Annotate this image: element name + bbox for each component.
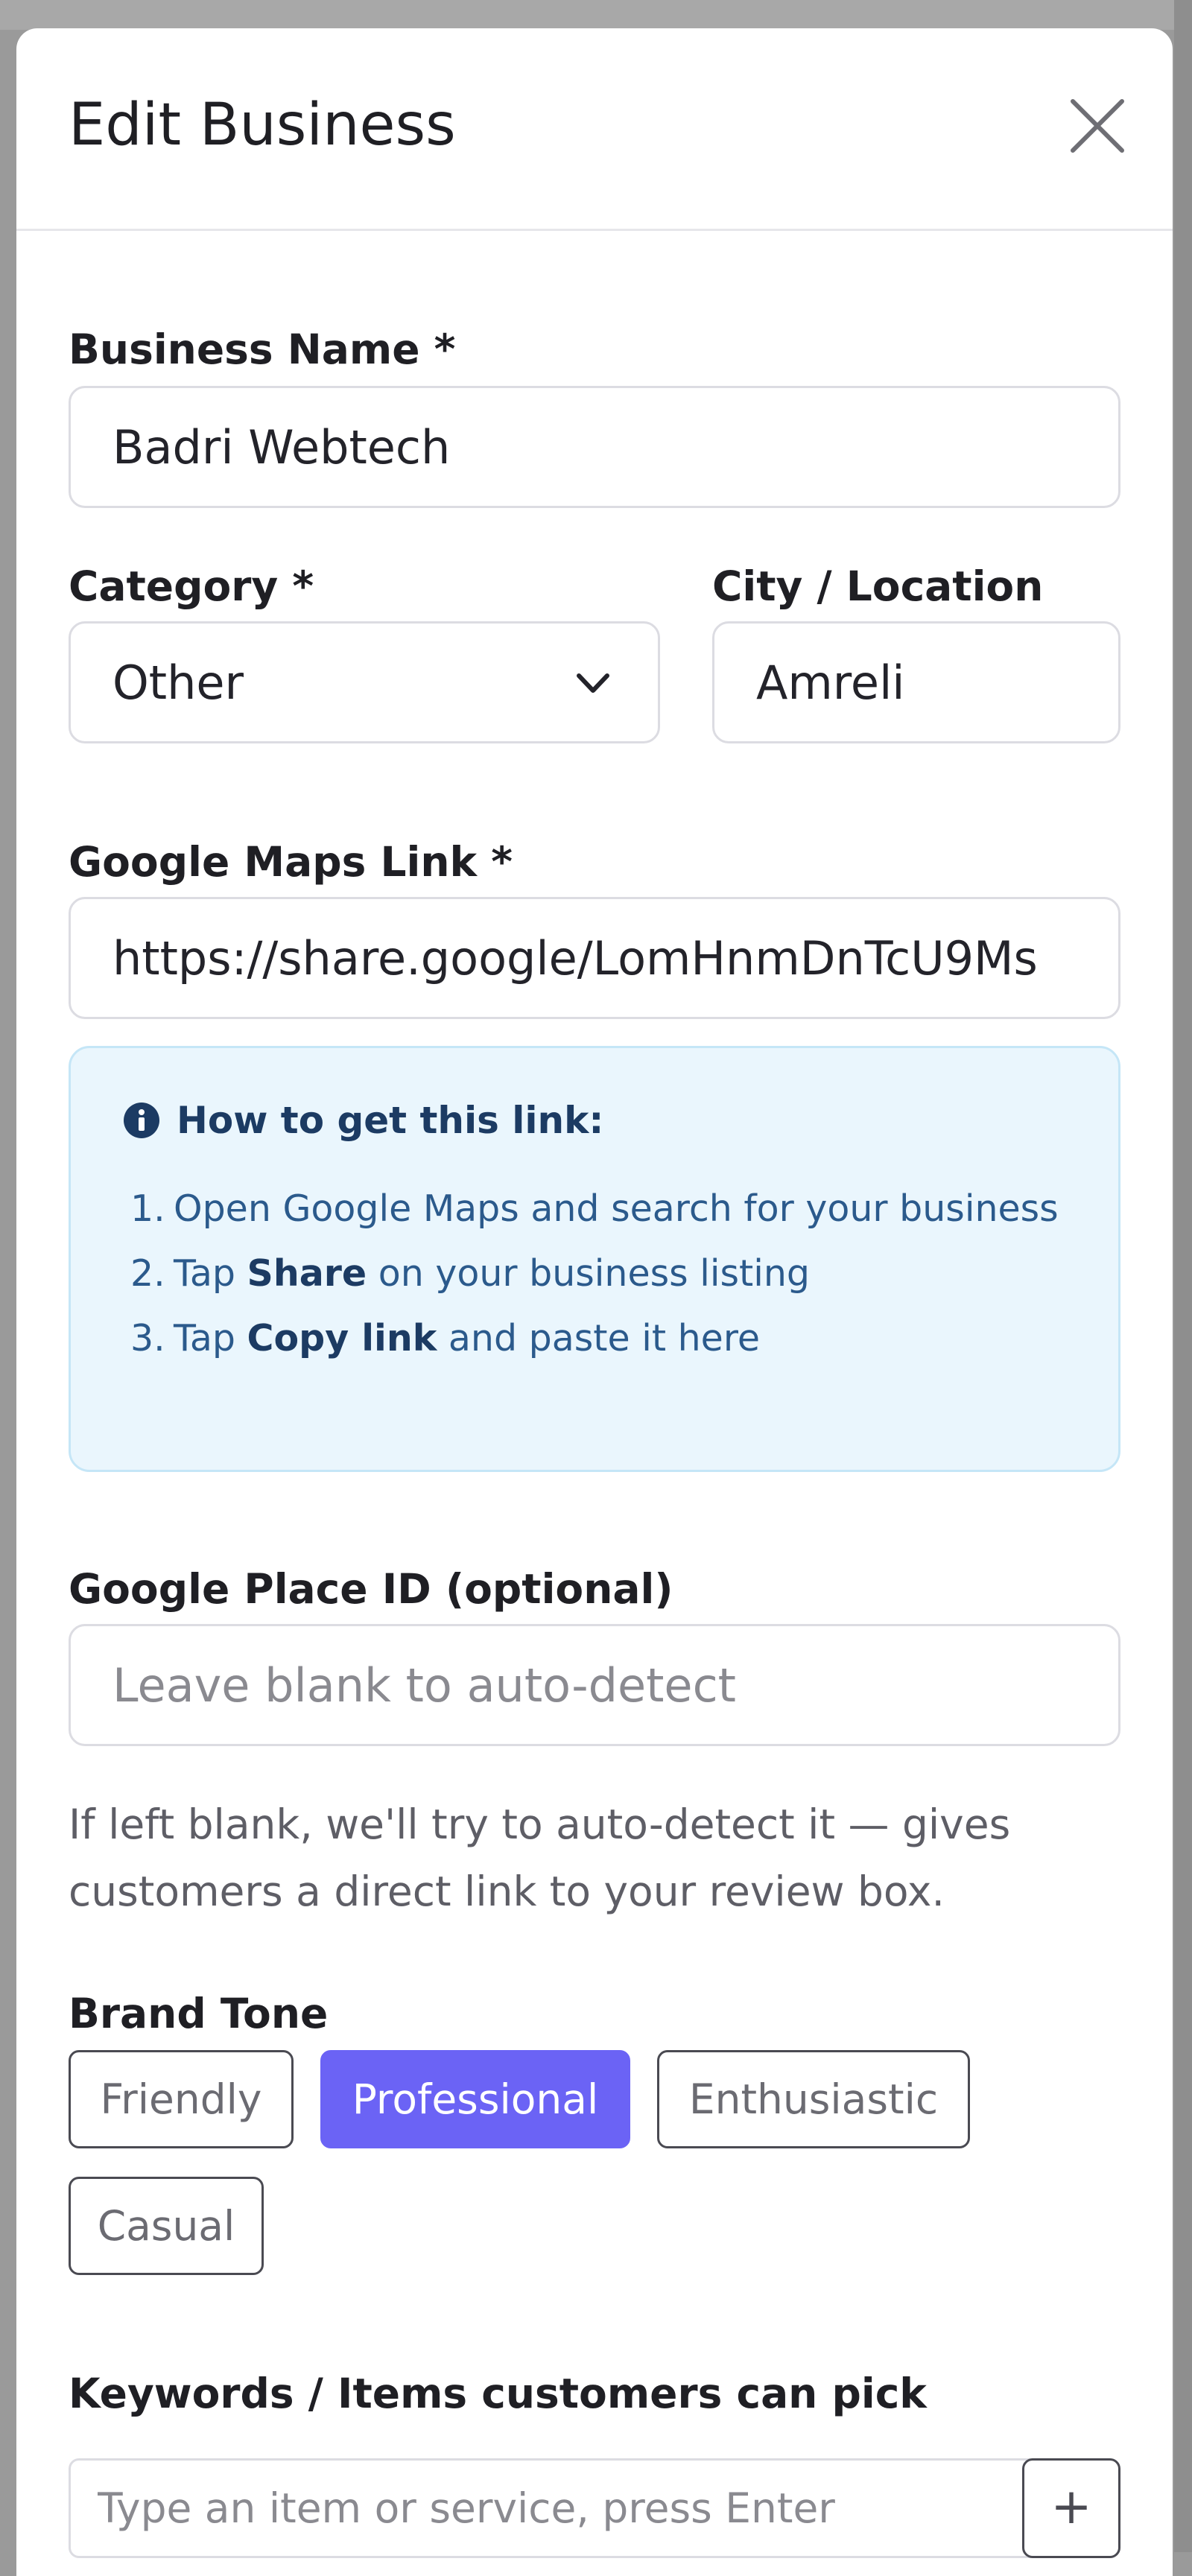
business-name-label: Business Name * [69,326,456,373]
step-text: Tap [174,1317,247,1360]
maps-link-label: Google Maps Link * [69,838,513,886]
category-label: Category * [69,562,314,610]
info-step-1: 1. Open Google Maps and search for your b… [130,1176,1069,1241]
maps-link-help-box: How to get this link: 1. Open Google Maps… [69,1046,1120,1472]
backdrop-right [1174,0,1192,2552]
step-number: 1. [130,1187,165,1230]
close-icon [1071,99,1124,153]
info-icon [124,1103,159,1138]
info-steps: 1. Open Google Maps and search for your b… [130,1176,1069,1371]
info-title: How to get this link: [123,1094,603,1146]
place-id-label: Google Place ID (optional) [69,1565,673,1613]
backdrop [0,0,1192,30]
place-id-input[interactable] [69,1624,1120,1746]
chevron-down-icon [577,673,609,693]
maps-link-input[interactable] [69,897,1120,1019]
brand-tone-label: Brand Tone [69,1990,329,2037]
step-bold: Share [247,1252,367,1295]
tone-option-enthusiastic[interactable]: Enthusiastic [657,2050,970,2148]
modal-title: Edit Business [69,92,456,159]
edit-business-modal: Edit Business Business Name * Category *… [16,28,1173,2576]
city-label: City / Location [712,562,1044,610]
step-number: 2. [130,1252,165,1295]
tone-option-casual[interactable]: Casual [69,2177,264,2275]
modal-header: Edit Business [16,28,1173,231]
keywords-label: Keywords / Items customers can pick [69,2370,927,2417]
step-bold: Copy link [247,1317,437,1360]
step-text: and paste it here [437,1317,761,1360]
add-keyword-button[interactable]: + [1022,2458,1120,2558]
info-step-2: 2. Tap Share on your business listing [130,1241,1069,1306]
category-value: Other [112,656,244,710]
info-step-3: 3. Tap Copy link and paste it here [130,1306,1069,1371]
category-select[interactable]: Other [69,621,660,743]
tone-option-friendly[interactable]: Friendly [69,2050,294,2148]
keywords-input[interactable] [71,2461,1014,2556]
step-text: Tap [174,1252,247,1295]
step-text: Open Google Maps and search for your bus… [174,1187,1059,1230]
business-name-input[interactable] [69,386,1120,508]
close-button[interactable] [1064,92,1131,159]
step-text: on your business listing [367,1252,810,1295]
place-id-help-text: If left blank, we'll try to auto-detect … [69,1801,1011,1915]
step-number: 3. [130,1317,165,1360]
city-input[interactable] [712,621,1120,743]
tone-option-professional[interactable]: Professional [320,2050,630,2148]
info-title-text: How to get this link: [177,1099,604,1142]
keywords-input-group: + [69,2458,1120,2558]
